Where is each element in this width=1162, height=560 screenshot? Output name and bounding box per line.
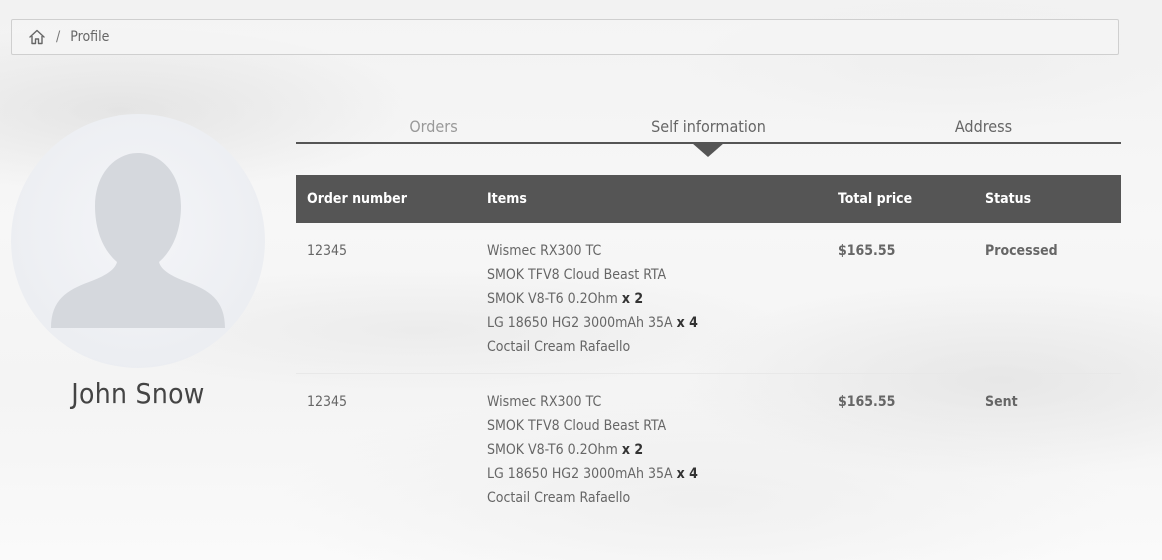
status-badge: Sent [974, 373, 1121, 524]
item-name: LG 18650 HG2 3000mAh 35A [487, 466, 673, 482]
tab-address[interactable]: Address [846, 112, 1121, 142]
header-items: Items [476, 175, 827, 223]
item-line: SMOK TFV8 Cloud Beast RTA [487, 263, 827, 287]
item-qty: x 4 [676, 315, 698, 331]
breadcrumb-separator: / [56, 29, 61, 45]
item-line: SMOK TFV8 Cloud Beast RTA [487, 414, 827, 438]
profile-tabs: Orders Self information Address [296, 112, 1121, 144]
order-total-price: $165.55 [838, 243, 896, 259]
table-header-row: Order number Items Total price Status [296, 175, 1121, 223]
header-status: Status [974, 175, 1121, 223]
breadcrumb: / Profile [11, 19, 1119, 55]
order-items: Wismec RX300 TC SMOK TFV8 Cloud Beast RT… [476, 373, 827, 524]
item-line: Wismec RX300 TC [487, 390, 827, 414]
order-items: Wismec RX300 TC SMOK TFV8 Cloud Beast RT… [476, 223, 827, 374]
orders-table: Order number Items Total price Status 12… [296, 175, 1121, 524]
item-name: Coctail Cream Rafaello [487, 339, 631, 355]
user-silhouette-icon [51, 153, 225, 328]
item-line: SMOK V8-T6 0.2Ohm x 2 [487, 287, 827, 311]
status-badge: Processed [985, 243, 1058, 259]
item-line: Coctail Cream Rafaello [487, 486, 827, 510]
item-line: LG 18650 HG2 3000mAh 35A x 4 [487, 311, 827, 335]
item-name: SMOK V8-T6 0.2Ohm [487, 442, 618, 458]
tab-orders[interactable]: Orders [296, 112, 571, 142]
item-name: SMOK TFV8 Cloud Beast RTA [487, 267, 667, 283]
order-number: 12345 [307, 243, 348, 259]
header-order-number: Order number [296, 175, 476, 223]
order-number: 12345 [296, 373, 476, 524]
tab-self-information[interactable]: Self information [571, 112, 846, 142]
item-line: Coctail Cream Rafaello [487, 335, 827, 359]
header-total-price: Total price [827, 175, 974, 223]
item-line: LG 18650 HG2 3000mAh 35A x 4 [487, 462, 827, 486]
table-row: 12345 Wismec RX300 TC SMOK TFV8 Cloud Be… [296, 373, 1121, 524]
active-tab-indicator [692, 143, 724, 157]
profile-name: John Snow [71, 377, 205, 410]
item-qty: x 2 [621, 291, 644, 307]
item-qty: x 4 [676, 466, 698, 482]
item-name: SMOK V8-T6 0.2Ohm [487, 291, 618, 307]
home-icon[interactable] [28, 28, 46, 46]
item-qty: x 2 [621, 442, 644, 458]
item-name: SMOK TFV8 Cloud Beast RTA [487, 418, 667, 434]
item-name: Wismec RX300 TC [487, 243, 602, 259]
item-name: Wismec RX300 TC [487, 394, 602, 410]
item-name: LG 18650 HG2 3000mAh 35A [487, 315, 673, 331]
order-total-price: $165.55 [827, 373, 974, 524]
avatar [11, 114, 265, 368]
item-line: Wismec RX300 TC [487, 239, 827, 263]
item-name: Coctail Cream Rafaello [487, 490, 631, 506]
item-line: SMOK V8-T6 0.2Ohm x 2 [487, 438, 827, 462]
table-row: 12345 Wismec RX300 TC SMOK TFV8 Cloud Be… [296, 223, 1121, 374]
breadcrumb-current: Profile [70, 29, 110, 45]
